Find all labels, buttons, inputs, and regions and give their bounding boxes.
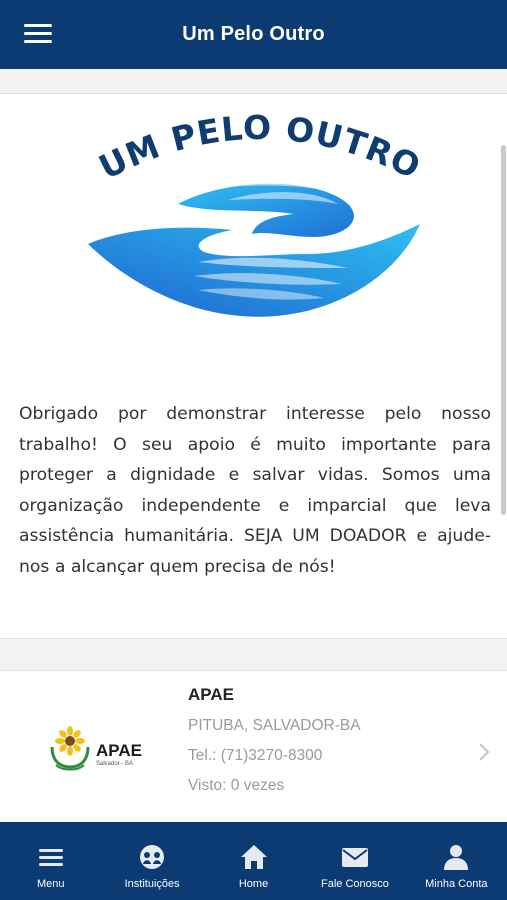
institution-phone: Tel.: (71)3270-8300 (188, 747, 323, 764)
tab-instituicoes-label: Instituições (124, 878, 180, 890)
um-pelo-outro-logo: UM PELO OUTRO (88, 108, 428, 317)
hamburger-icon (38, 849, 63, 866)
page-title: Um Pelo Outro (182, 23, 325, 45)
tab-home-label: Home (238, 878, 269, 890)
bottom-tab-bar: Menu Instituições Home Fale Conosco Minh… (0, 822, 507, 900)
institution-card-apae[interactable]: APAE Salvador - BA APAE PITUBA, SALVADOR… (0, 670, 507, 822)
svg-text:APAE: APAE (96, 741, 142, 760)
intro-text: Obrigado por demonstrar interesse pelo n… (19, 399, 491, 582)
home-icon (240, 845, 267, 869)
envelope-icon (341, 848, 368, 867)
apae-logo: APAE Salvador - BA (50, 726, 142, 771)
tab-menu-label: Menu (36, 878, 65, 890)
content-scroll-area[interactable]: UM PELO OUTRO Obrigado por demonstrar in… (0, 69, 507, 822)
intro-card: UM PELO OUTRO Obrigado por demonstrar in… (0, 93, 507, 639)
institutions-icon (140, 845, 165, 869)
tab-fale-conosco-label: Fale Conosco (320, 878, 389, 890)
institution-address: PITUBA, SALVADOR-BA (188, 717, 361, 734)
flower-icon (55, 726, 85, 756)
tab-home[interactable]: Home (203, 822, 304, 900)
intro-rest: trabalho! O seu apoio é muito importante… (19, 434, 491, 577)
tab-menu[interactable]: Menu (0, 822, 101, 900)
user-icon (444, 845, 469, 870)
tab-instituicoes[interactable]: Instituições (101, 822, 202, 900)
intro-line-1: Obrigado por demonstrar interesse pelo n… (19, 404, 491, 424)
hamburger-icon[interactable] (24, 24, 52, 46)
logo-text: UM PELO OUTRO (93, 108, 428, 187)
institution-name: APAE (188, 685, 234, 704)
chevron-right-icon[interactable] (476, 741, 492, 763)
svg-text:Salvador - BA: Salvador - BA (96, 761, 133, 767)
tab-minha-conta-label: Minha Conta (425, 878, 488, 890)
institution-views: Visto: 0 vezes (188, 777, 285, 794)
app-header: Um Pelo Outro (0, 0, 507, 69)
tab-minha-conta[interactable]: Minha Conta (406, 822, 507, 900)
tab-fale-conosco[interactable]: Fale Conosco (304, 822, 405, 900)
scrollbar[interactable] (501, 145, 506, 515)
